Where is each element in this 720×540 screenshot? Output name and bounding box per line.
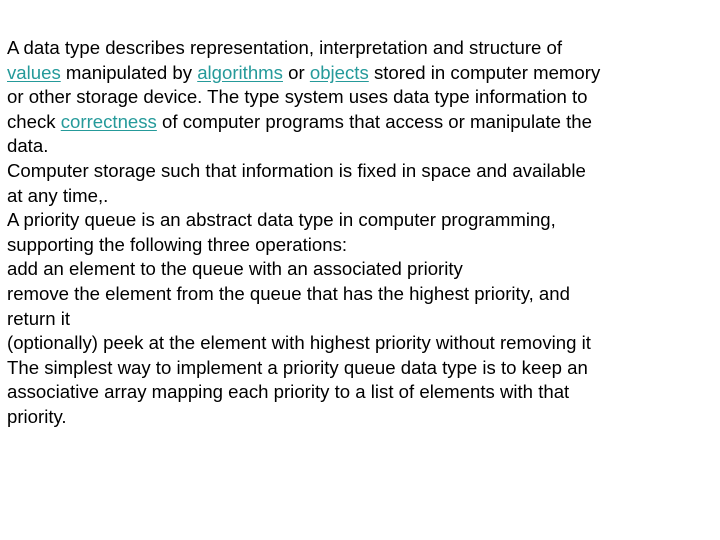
operation-remove: remove the element from the queue that h… [7, 282, 570, 304]
text-line: A priority queue is an abstract data typ… [7, 209, 556, 231]
computer-storage-paragraph: Computer storage such that information i… [7, 159, 717, 208]
algorithms-link[interactable]: algorithms [197, 62, 283, 83]
text-line: A data type describes representation, in… [7, 37, 563, 58]
implementation-paragraph: The simplest way to implement a priority… [7, 356, 717, 430]
document-body: A data type describes representation, in… [7, 36, 717, 430]
text-line: or other storage device. The type system… [7, 86, 588, 108]
text-line: Computer storage such that information i… [7, 159, 586, 181]
text-line: check correctness of computer programs t… [7, 110, 717, 135]
text-fragment: of computer programs that access or mani… [156, 110, 592, 132]
text-line: priority. [7, 405, 67, 427]
text-line: The simplest way to implement a priority… [7, 356, 588, 378]
priority-queue-paragraph: A priority queue is an abstract data typ… [7, 208, 717, 356]
values-link[interactable]: values [7, 62, 61, 83]
text-line: values manipulated by algorithms or obje… [7, 61, 717, 86]
objects-link[interactable]: objects [310, 62, 369, 83]
text-fragment: stored in computer memory [368, 61, 601, 83]
text-fragment: manipulated by [60, 61, 198, 83]
text-fragment: or [282, 61, 310, 83]
text-line: associative array mapping each priority … [7, 381, 570, 403]
operation-add: add an element to the queue with an asso… [7, 258, 463, 280]
text-fragment: check [7, 110, 61, 132]
text-line: at any time,. [7, 184, 109, 206]
correctness-link[interactable]: correctness [61, 111, 157, 132]
text-line: supporting the following three operation… [7, 233, 348, 255]
text-line: data. [7, 135, 49, 157]
data-type-paragraph: A data type describes representation, in… [7, 36, 717, 159]
operation-peek: (optionally) peek at the element with hi… [7, 332, 591, 354]
text-line: return it [7, 307, 71, 329]
